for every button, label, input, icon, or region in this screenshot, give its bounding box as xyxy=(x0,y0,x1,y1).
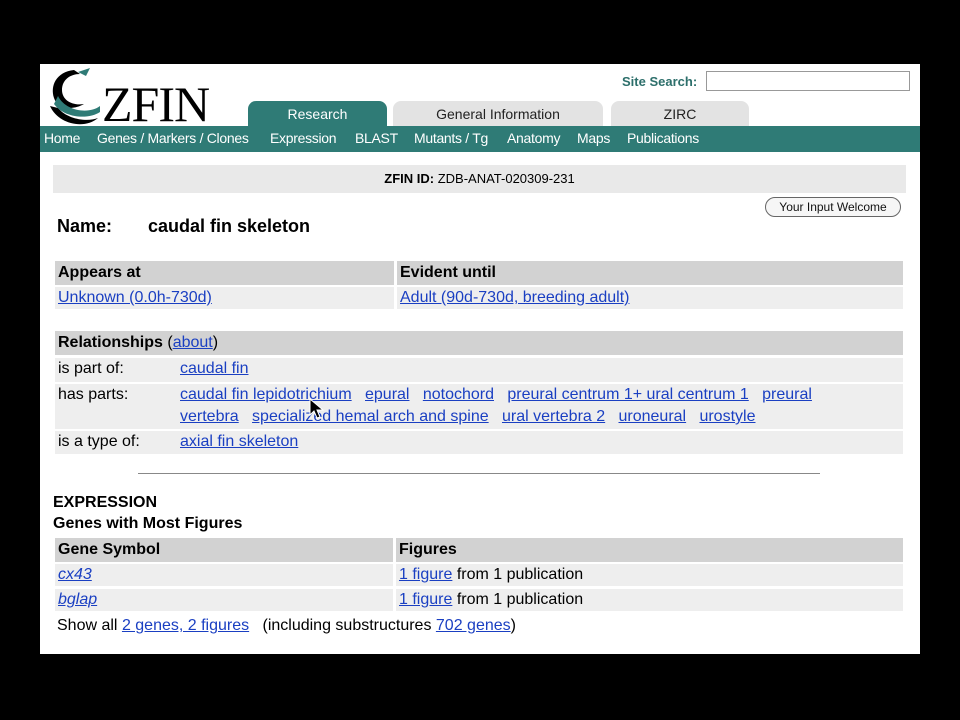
zfin-id-value: ZDB-ANAT-020309-231 xyxy=(437,171,575,186)
site-search-input[interactable] xyxy=(706,71,910,91)
show-all-row: Show all 2 genes, 2 figures (including s… xyxy=(57,617,516,635)
expression-title: EXPRESSION xyxy=(53,494,158,511)
evident-until-header: Evident until xyxy=(397,261,903,285)
nav-maps[interactable]: Maps xyxy=(577,126,610,151)
input-welcome-button[interactable]: Your Input Welcome xyxy=(765,197,901,217)
has-parts-row: has parts: caudal fin lepidotrichium epu… xyxy=(55,384,903,429)
evident-until-link[interactable]: Adult (90d-730d, breeding adult) xyxy=(400,289,630,306)
part-of-label: is part of: xyxy=(58,360,124,377)
figure-link[interactable]: 1 figure xyxy=(399,566,452,583)
table-row: 1 figure from 1 publication xyxy=(396,589,903,611)
figure-text: from 1 publication xyxy=(452,591,584,608)
show-all-link[interactable]: 2 genes, 2 figures xyxy=(122,617,249,634)
zfin-page: ZFIN Site Search: Research General Infor… xyxy=(40,64,920,654)
part-link[interactable]: caudal fin lepidotrichium xyxy=(180,386,352,403)
part-link[interactable]: ural vertebra 2 xyxy=(502,408,605,425)
site-search-label: Site Search: xyxy=(622,74,698,89)
nav-expression[interactable]: Expression xyxy=(270,126,337,151)
appears-at-header: Appears at xyxy=(55,261,394,285)
table-row: cx43 xyxy=(55,564,393,586)
evident-until-cell: Adult (90d-730d, breeding adult) xyxy=(397,287,903,309)
gene-symbol-link[interactable]: cx43 xyxy=(58,566,92,583)
relationships-about-link[interactable]: about xyxy=(173,334,213,351)
nav-genes-markers-clones[interactable]: Genes / Markers / Clones xyxy=(97,126,249,151)
tab-zirc[interactable]: ZIRC xyxy=(611,101,749,127)
table-row: 1 figure from 1 publication xyxy=(396,564,903,586)
figure-link[interactable]: 1 figure xyxy=(399,591,452,608)
term-name-value: caudal fin skeleton xyxy=(148,216,311,236)
including-label: (including substructures xyxy=(262,617,432,634)
tab-research[interactable]: Research xyxy=(248,101,387,127)
expression-subtitle: Genes with Most Figures xyxy=(53,515,243,532)
nav-blast[interactable]: BLAST xyxy=(355,126,398,151)
nav-anatomy[interactable]: Anatomy xyxy=(507,126,560,151)
relationships-title: Relationships xyxy=(58,334,163,351)
substructures-link[interactable]: 702 genes xyxy=(436,617,511,634)
term-name-label: Name: xyxy=(57,216,113,236)
part-link[interactable]: urostyle xyxy=(699,408,755,425)
show-all-label: Show all xyxy=(57,617,118,634)
gene-symbol-header: Gene Symbol xyxy=(55,538,393,562)
section-divider xyxy=(138,473,820,474)
has-parts-label: has parts: xyxy=(58,386,129,403)
has-parts-line-2: vertebra specialized hemal arch and spin… xyxy=(180,406,755,428)
part-link[interactable]: preural centrum 1+ ural centrum 1 xyxy=(507,386,748,403)
figures-header: Figures xyxy=(396,538,903,562)
part-link[interactable]: preural xyxy=(762,386,812,403)
logo-text: ZFIN xyxy=(102,76,210,132)
nav-home[interactable]: Home xyxy=(44,126,80,151)
type-of-label: is a type of: xyxy=(58,433,140,450)
figure-text: from 1 publication xyxy=(452,566,584,583)
zfin-id-bar: ZFIN ID: ZDB-ANAT-020309-231 xyxy=(53,165,906,193)
gene-symbol-link[interactable]: bglap xyxy=(58,591,97,608)
about-close-paren: ) xyxy=(212,334,219,351)
type-of-row: is a type of: axial fin skeleton xyxy=(55,431,903,454)
appears-at-link[interactable]: Unknown (0.0h-730d) xyxy=(58,289,212,306)
including-close: ) xyxy=(510,617,516,634)
part-link[interactable]: specialized hemal arch and spine xyxy=(252,408,489,425)
term-name: Name: caudal fin skeleton xyxy=(57,216,310,237)
main-nav: Home Genes / Markers / Clones Expression… xyxy=(40,126,920,152)
zebrafish-logo-icon xyxy=(50,68,100,125)
part-link[interactable]: notochord xyxy=(423,386,494,403)
part-link[interactable]: vertebra xyxy=(180,408,239,425)
mouse-cursor-icon xyxy=(309,398,325,419)
appears-at-cell: Unknown (0.0h-730d) xyxy=(55,287,394,309)
zfin-logo[interactable]: ZFIN xyxy=(44,66,244,132)
tab-general-information[interactable]: General Information xyxy=(393,101,603,127)
zfin-id-label: ZFIN ID: xyxy=(384,171,435,186)
part-of-link[interactable]: caudal fin xyxy=(180,358,249,380)
type-of-link[interactable]: axial fin skeleton xyxy=(180,431,298,453)
nav-mutants-tg[interactable]: Mutants / Tg xyxy=(414,126,488,151)
table-row: bglap xyxy=(55,589,393,611)
relationships-header: Relationships (about) xyxy=(55,331,903,355)
nav-publications[interactable]: Publications xyxy=(627,126,699,151)
part-of-row: is part of: caudal fin xyxy=(55,358,903,382)
has-parts-line-1: caudal fin lepidotrichium epural notocho… xyxy=(180,384,812,406)
part-link[interactable]: epural xyxy=(365,386,409,403)
part-link[interactable]: uroneural xyxy=(619,408,687,425)
